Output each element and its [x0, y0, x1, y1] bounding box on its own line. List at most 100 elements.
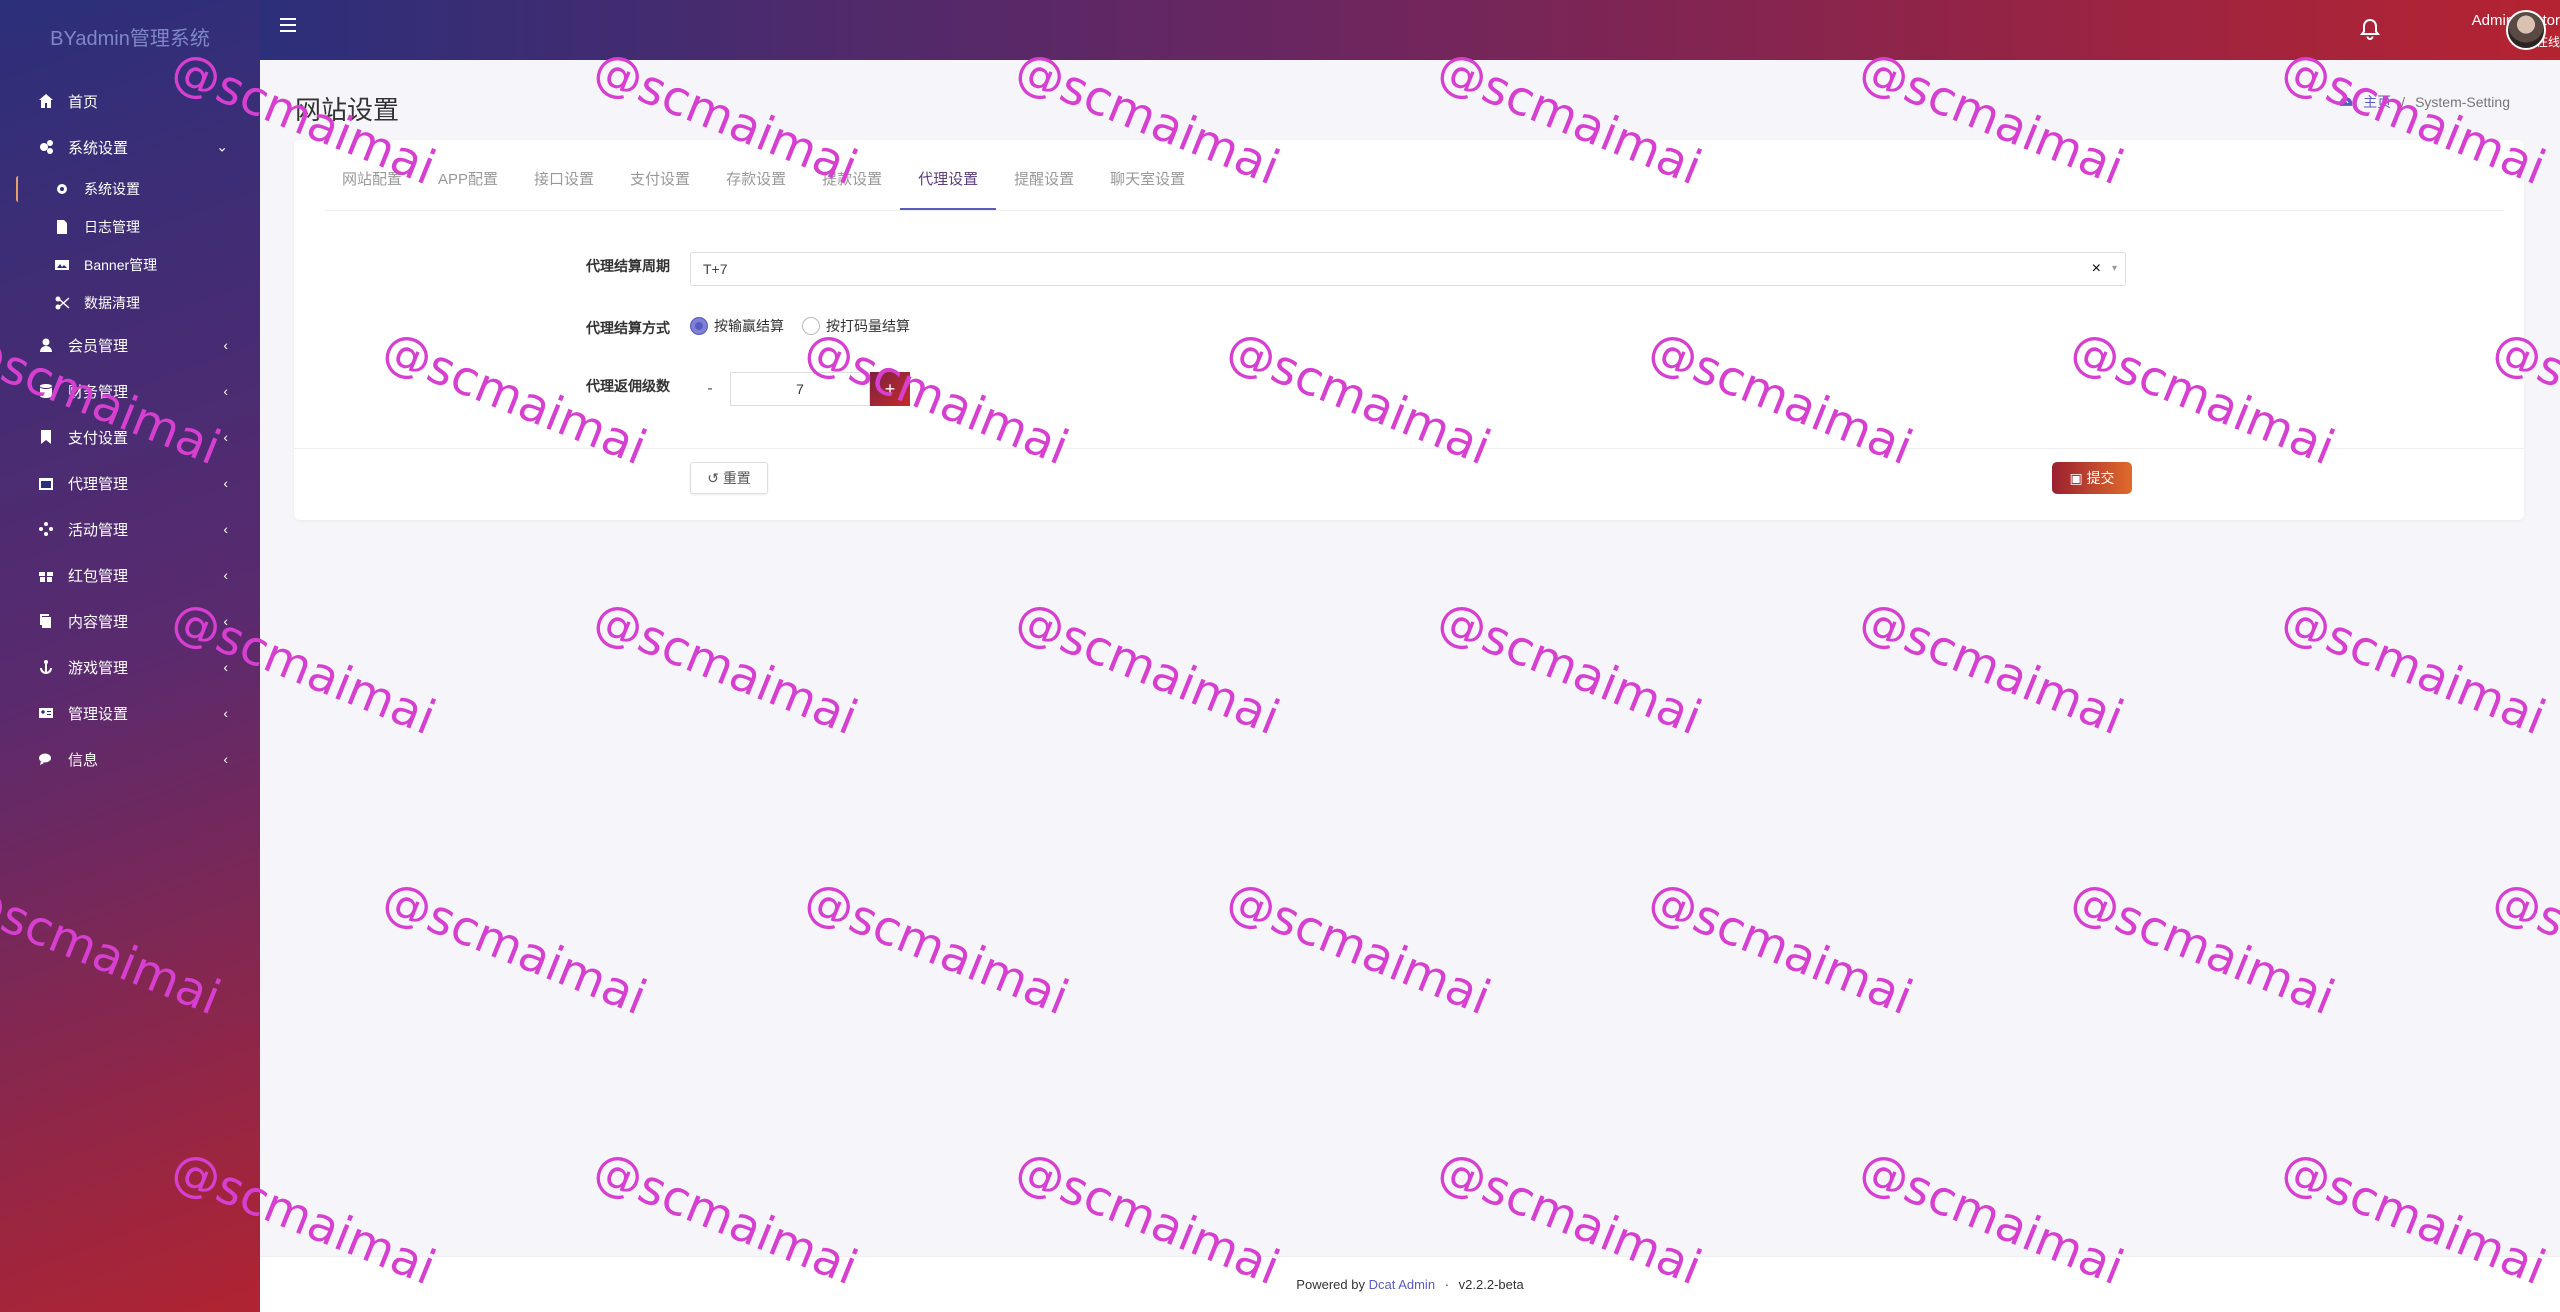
sidebar-item-10[interactable]: 活动管理 ‹	[0, 506, 260, 552]
id-card-icon	[38, 705, 54, 721]
gear-icon	[54, 181, 70, 197]
watermark-text: @scmaimai	[586, 590, 866, 747]
decrement-button[interactable]: -	[690, 380, 730, 398]
sidebar-item-2[interactable]: 系统设置	[0, 170, 260, 208]
watermark-text: @scmaimai	[1008, 590, 1288, 747]
bell-icon[interactable]	[2359, 18, 2381, 40]
tab-5[interactable]: 提款设置	[804, 165, 900, 210]
level-label: 代理返佣级数	[586, 378, 670, 394]
sidebar-item-label: 数据清理	[84, 295, 140, 311]
image-icon	[54, 257, 70, 273]
increment-button[interactable]: +	[870, 372, 910, 406]
menu-toggle-icon[interactable]	[280, 18, 296, 32]
watermark-text: @scmaimai	[1219, 870, 1499, 1027]
level-input[interactable]: 7	[730, 372, 870, 406]
chevron-left-icon: ‹	[223, 383, 228, 399]
sidebar-item-label: 支付设置	[68, 429, 129, 447]
cycle-label: 代理结算周期	[586, 258, 670, 274]
chevron-left-icon: ‹	[223, 475, 228, 491]
form-divider	[294, 448, 2524, 449]
tab-8[interactable]: 聊天室设置	[1092, 165, 1203, 210]
sidebar-item-13[interactable]: 游戏管理 ‹	[0, 644, 260, 690]
clear-icon[interactable]: ×	[2092, 253, 2101, 285]
caret-down-icon[interactable]: ▾	[2112, 253, 2117, 285]
sidebar-item-label: 财务管理	[68, 383, 129, 401]
home-icon	[38, 93, 54, 109]
tab-3[interactable]: 支付设置	[612, 165, 708, 210]
breadcrumb: 主页 / System-Setting	[2339, 92, 2510, 112]
sidebar-item-5[interactable]: 数据清理	[0, 284, 260, 322]
sidebar-item-6[interactable]: 会员管理 ‹	[0, 322, 260, 368]
breadcrumb-current: System-Setting	[2415, 94, 2510, 110]
tab-bar: 网站配置 APP配置 接口设置 支付设置 存款设置 提款设置 代理设置 提醒设置 聊天室设置	[324, 165, 1203, 210]
tab-4[interactable]: 存款设置	[708, 165, 804, 210]
footer-link[interactable]: Dcat Admin	[1369, 1277, 1435, 1292]
dashboard-icon	[2339, 94, 2353, 110]
sidebar-item-label: 红包管理	[68, 567, 129, 585]
sidebar-item-label: 活动管理	[68, 521, 129, 539]
method-radio-win-loss[interactable]: 按输赢结算	[690, 316, 784, 336]
sidebar-item-label: 内容管理	[68, 613, 129, 631]
sidebar-item-1[interactable]: 系统设置 ⌄	[0, 124, 260, 170]
avatar[interactable]	[2506, 10, 2546, 50]
method-label: 代理结算方式	[586, 320, 670, 336]
reset-button[interactable]: ↺ 重置	[690, 462, 768, 494]
anchor-icon	[38, 659, 54, 675]
watermark-text: @scmaimai	[797, 870, 1077, 1027]
database-icon	[38, 383, 54, 399]
chevron-left-icon: ‹	[223, 521, 228, 537]
sidebar-item-label: 系统设置	[68, 139, 129, 157]
method-radio-turnover[interactable]: 按打码量结算	[802, 316, 910, 336]
sidebar-menu: 首页 系统设置 ⌄ 系统设置 日志管理 Banner管理 数据清理 会员管理 ‹ 财务管理 ‹ 支付设…	[0, 78, 260, 782]
settings-card: 网站配置 APP配置 接口设置 支付设置 存款设置 提款设置 代理设置 提醒设置 聊天室设置 代…	[294, 140, 2524, 520]
sidebar-item-15[interactable]: 信息 ‹	[0, 736, 260, 782]
user-icon	[38, 337, 54, 353]
sidebar-item-label: 系统设置	[84, 181, 140, 197]
sidebar-item-7[interactable]: 财务管理 ‹	[0, 368, 260, 414]
brand-logo[interactable]: BYadmin管理系统	[0, 22, 260, 51]
tab-1[interactable]: APP配置	[420, 165, 516, 210]
undo-icon: ↺	[707, 470, 719, 486]
sidebar-item-8[interactable]: 支付设置 ‹	[0, 414, 260, 460]
save-icon: ▣	[2069, 470, 2083, 486]
watermark-text: @scmaimai	[1430, 590, 1710, 747]
chevron-left-icon: ‹	[223, 567, 228, 583]
breadcrumb-home[interactable]: 主页	[2363, 92, 2391, 112]
cogs-icon	[38, 139, 54, 155]
tab-7[interactable]: 提醒设置	[996, 165, 1092, 210]
breadcrumb-separator: /	[2401, 94, 2406, 110]
radio-checked-icon[interactable]	[690, 317, 708, 335]
sidebar-item-label: 代理管理	[68, 475, 129, 493]
gift-icon	[38, 567, 54, 583]
cycle-value: T+7	[703, 261, 728, 277]
sidebar-item-3[interactable]: 日志管理	[0, 208, 260, 246]
tab-2[interactable]: 接口设置	[516, 165, 612, 210]
tab-6[interactable]: 代理设置	[900, 165, 997, 210]
watermark-text: @scmaimai	[2485, 870, 2560, 1027]
sidebar-item-12[interactable]: 内容管理 ‹	[0, 598, 260, 644]
submit-button[interactable]: ▣ 提交	[2052, 462, 2132, 494]
file-icon	[54, 219, 70, 235]
sidebar-item-9[interactable]: 代理管理 ‹	[0, 460, 260, 506]
copy-icon	[38, 613, 54, 629]
sidebar-item-11[interactable]: 红包管理 ‹	[0, 552, 260, 598]
chevron-left-icon: ‹	[223, 429, 228, 445]
sidebar-item-label: 首页	[68, 93, 99, 111]
sidebar-item-14[interactable]: 管理设置 ‹	[0, 690, 260, 736]
sidebar-item-label: 信息	[68, 751, 99, 769]
sidebar-item-0[interactable]: 首页	[0, 78, 260, 124]
sidebar-item-label: 日志管理	[84, 219, 140, 235]
chevron-down-icon: ⌄	[216, 138, 228, 155]
bookmark-icon	[38, 429, 54, 445]
watermark-text: @scmaimai	[375, 870, 655, 1027]
puzzle-icon	[38, 521, 54, 537]
sidebar-item-4[interactable]: Banner管理	[0, 246, 260, 284]
tab-divider	[324, 210, 2504, 211]
tab-0[interactable]: 网站配置	[324, 165, 420, 210]
sidebar-item-label: 会员管理	[68, 337, 129, 355]
chevron-left-icon: ‹	[223, 705, 228, 721]
topbar: Administrator 在线	[260, 0, 2560, 60]
watermark-text: @scmaimai	[1641, 870, 1921, 1027]
radio-unchecked-icon[interactable]	[802, 317, 820, 335]
cycle-select[interactable]: T+7 × ▾	[690, 252, 2126, 286]
